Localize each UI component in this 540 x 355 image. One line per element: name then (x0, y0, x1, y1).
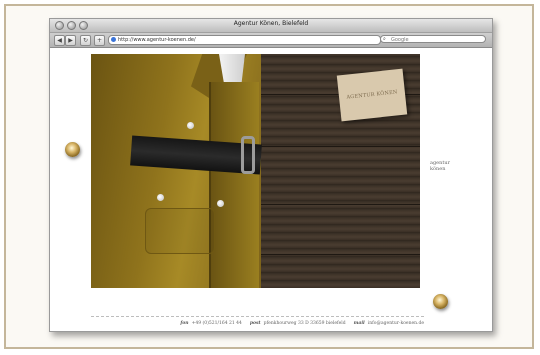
title-bar: Agentur Könen, Bielefeld (50, 19, 492, 33)
jacket-sleeve (209, 82, 259, 288)
side-label-line2: könen (430, 166, 446, 172)
agency-logo-card: AGENTUR KÖNEN (336, 68, 408, 122)
search-placeholder: Google (391, 37, 409, 43)
footer-post: post pfenkhourweg 33 D 33659 bielefeld (249, 321, 346, 326)
jacket-button (187, 122, 194, 129)
footer-divider (91, 316, 424, 317)
browser-toolbar: ◀ ▶ ↻ + http://www.agentur-koenen.de/ ⌕ … (50, 33, 492, 48)
page-viewport: AGENTUR KÖNEN agentur könen fon +49 (0)52… (50, 48, 492, 331)
wood-plank-line (241, 204, 420, 205)
wood-plank-line (241, 254, 420, 255)
nav-knob-right-icon[interactable] (433, 294, 448, 309)
jacket-button (217, 200, 224, 207)
belt-buckle (241, 136, 255, 174)
address-bar[interactable]: http://www.agentur-koenen.de/ (108, 35, 381, 45)
wood-plank-line (241, 146, 420, 147)
browser-window: Agentur Könen, Bielefeld ◀ ▶ ↻ + http://… (49, 18, 493, 332)
window-title: Agentur Könen, Bielefeld (233, 20, 309, 27)
contact-footer: fon +49 (0)521/164 21 44 post pfenkhourweg… (130, 320, 424, 328)
jacket-pocket (145, 208, 215, 254)
footer-mail[interactable]: mail info@agentur-koenen.de (354, 320, 424, 328)
search-icon: ⌕ (383, 36, 386, 42)
reload-button[interactable]: ↻ (80, 35, 91, 46)
footer-fon: fon +49 (0)521/164 21 44 (180, 321, 242, 326)
agency-side-label[interactable]: agentur könen (430, 160, 450, 172)
jacket-button (157, 194, 164, 201)
back-button[interactable]: ◀ (54, 35, 65, 46)
search-field[interactable]: ⌕ Google (380, 35, 486, 43)
address-text: http://www.agentur-koenen.de/ (118, 37, 196, 43)
add-bookmark-button[interactable]: + (94, 35, 105, 46)
site-favicon-icon (111, 37, 116, 42)
forward-button[interactable]: ▶ (65, 35, 76, 46)
hero-photo: AGENTUR KÖNEN (91, 54, 420, 288)
nav-knob-left-icon[interactable] (65, 142, 80, 157)
